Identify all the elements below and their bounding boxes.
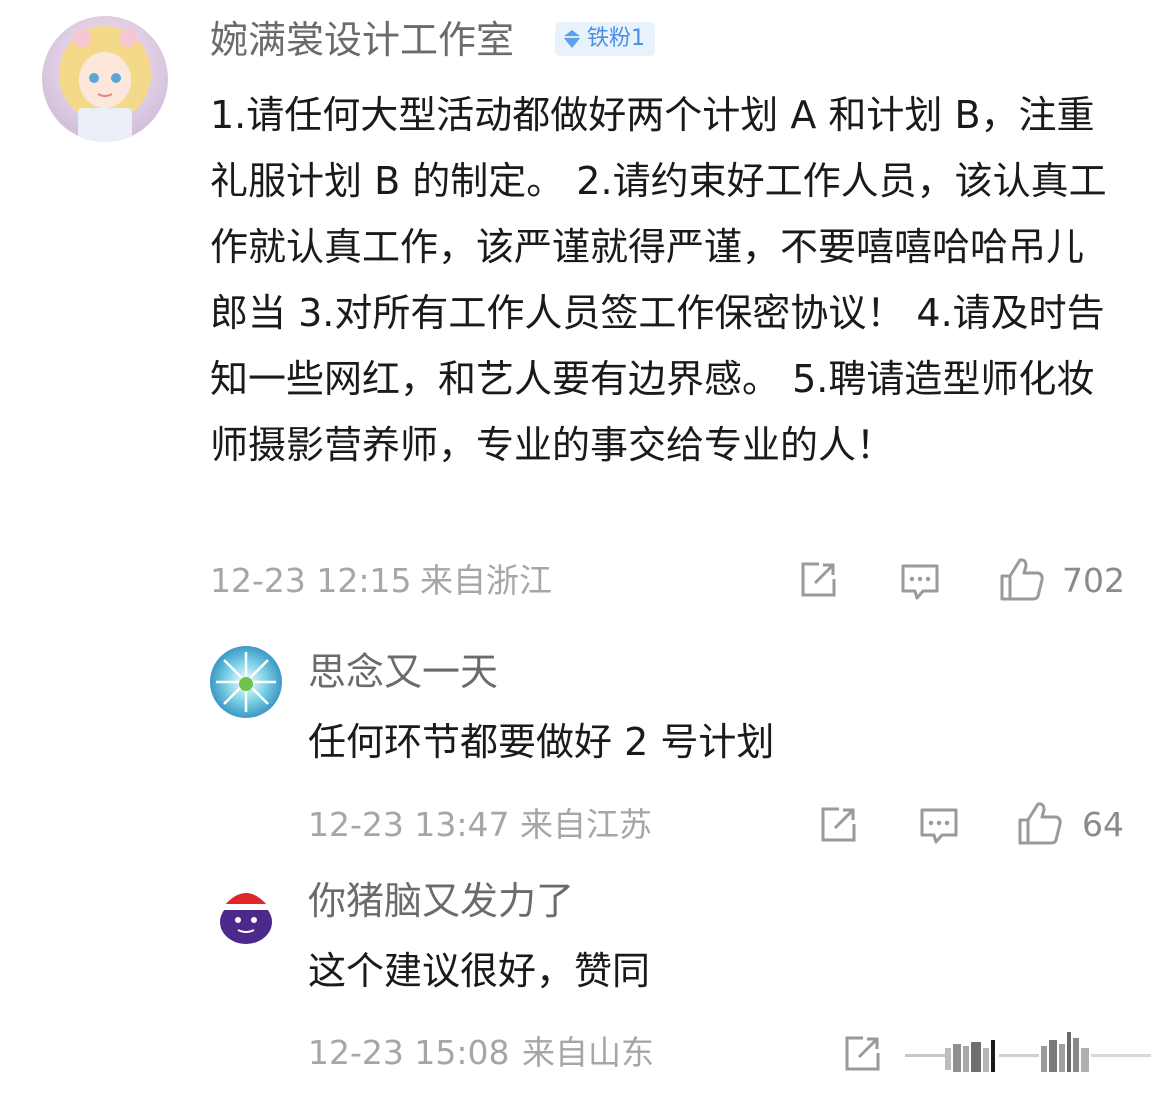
reply-content: 这个建议很好，赞同	[308, 949, 651, 993]
avatar[interactable]	[210, 876, 282, 948]
like-icon	[1000, 558, 1044, 601]
comment-location: 来自浙江	[420, 561, 552, 600]
fan-badge: 铁粉1	[555, 22, 655, 56]
like-count: 64	[1082, 805, 1124, 844]
comment-content: 1.请任何大型活动都做好两个计划 A 和计划 B，注重礼服计划 B 的制定。 2…	[210, 93, 1107, 467]
reply-location: 来自江苏	[520, 805, 652, 844]
avatar[interactable]	[210, 646, 282, 718]
reply-button[interactable]	[918, 805, 960, 847]
badge-label: 铁粉1	[587, 26, 645, 51]
share-icon	[801, 562, 836, 597]
avatar[interactable]	[42, 16, 168, 142]
reply-location: 来自山东	[522, 1033, 654, 1072]
reply-timestamp: 12-23 13:47	[308, 805, 510, 844]
share-button[interactable]	[817, 804, 859, 846]
reply-timestamp: 12-23 15:08	[308, 1033, 510, 1072]
share-icon	[821, 807, 856, 842]
obscured-actions	[905, 1030, 1165, 1080]
share-button[interactable]	[841, 1033, 883, 1075]
reply-button[interactable]	[899, 561, 941, 603]
comment-timestamp: 12-23 12:15	[210, 561, 412, 600]
like-button[interactable]	[1016, 800, 1064, 846]
share-button[interactable]	[797, 559, 839, 601]
author-name[interactable]: 婉满裳设计工作室	[210, 16, 514, 64]
comment-icon	[920, 808, 958, 844]
like-icon	[1018, 802, 1062, 845]
reply-author[interactable]: 思念又一天	[308, 648, 498, 696]
diamond-icon	[563, 30, 581, 48]
like-button[interactable]	[998, 556, 1046, 602]
comment-icon	[901, 564, 939, 600]
reply-content: 任何环节都要做好 2 号计划	[308, 720, 775, 764]
share-icon	[845, 1036, 880, 1071]
reply-author[interactable]: 你猪脑又发力了	[308, 877, 574, 925]
like-count: 702	[1062, 561, 1125, 600]
